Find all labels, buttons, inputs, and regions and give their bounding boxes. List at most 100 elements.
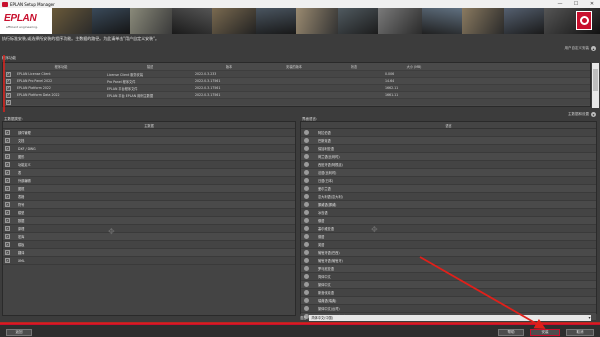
language-radio[interactable] bbox=[304, 186, 309, 191]
item-checkbox[interactable]: ✓ bbox=[5, 130, 10, 135]
language-radio[interactable] bbox=[304, 282, 309, 287]
table-row[interactable]: ✓ bbox=[3, 98, 590, 105]
minimize-button[interactable]: — bbox=[552, 0, 568, 8]
master-data-item[interactable]: ✓ 外部编辑 bbox=[3, 177, 295, 185]
language-item[interactable]: 瑞典语(瑞典) bbox=[301, 297, 596, 305]
item-checkbox[interactable]: ✓ bbox=[5, 250, 10, 255]
language-item[interactable]: 罗马尼亚语 bbox=[301, 265, 596, 273]
language-item[interactable]: 俄语 bbox=[301, 217, 596, 225]
master-data-item[interactable]: ✓ 部件管理 bbox=[3, 129, 295, 137]
master-data-item[interactable]: ✓ 模型 bbox=[3, 209, 295, 217]
master-data-item[interactable]: ✓ XML bbox=[3, 257, 295, 265]
language-dropdown[interactable]: 简体中文(中国) ▾ bbox=[309, 314, 592, 321]
language-item[interactable]: 阿拉伯语 bbox=[301, 129, 596, 137]
language-item[interactable]: 斯洛伐克语 bbox=[301, 289, 596, 297]
item-checkbox[interactable]: ✓ bbox=[5, 218, 10, 223]
masterdata-toggle[interactable]: 主数据和设置 ▾ bbox=[568, 112, 596, 117]
language-item[interactable]: 冰岛语 bbox=[301, 209, 596, 217]
language-radio[interactable] bbox=[304, 178, 309, 183]
language-radio[interactable] bbox=[304, 234, 309, 239]
table-row[interactable]: ✓ EPLAN Platform Data 2022 EPLAN 平台 EPLAN … bbox=[3, 91, 590, 98]
master-data-item[interactable]: ✓ 符号 bbox=[3, 201, 295, 209]
master-data-item[interactable]: ✓ 宏库 bbox=[3, 233, 295, 241]
back-button[interactable]: 返回 bbox=[6, 329, 32, 336]
language-item[interactable]: 塞尔维亚语 bbox=[301, 225, 596, 233]
item-checkbox[interactable]: ✓ bbox=[5, 258, 10, 263]
language-radio[interactable] bbox=[304, 242, 309, 247]
row-checkbox[interactable]: ✓ bbox=[6, 85, 11, 91]
master-data-item[interactable]: ✓ 功能定义 bbox=[3, 161, 295, 169]
item-checkbox[interactable]: ✓ bbox=[5, 226, 10, 231]
master-data-item[interactable]: ✓ 原理 bbox=[3, 225, 295, 233]
master-data-item[interactable]: ✓ 翻译 bbox=[3, 249, 295, 257]
item-checkbox[interactable]: ✓ bbox=[5, 194, 10, 199]
close-button[interactable]: ✕ bbox=[584, 0, 600, 8]
language-item[interactable]: 荷兰语(比利时) bbox=[301, 153, 596, 161]
cancel-button[interactable]: 取消 bbox=[566, 329, 594, 336]
row-checkbox[interactable]: ✓ bbox=[6, 99, 11, 105]
item-checkbox[interactable]: ✓ bbox=[5, 146, 10, 151]
language-radio[interactable] bbox=[304, 130, 309, 135]
item-checkbox[interactable]: ✓ bbox=[5, 210, 10, 215]
language-item[interactable]: 爱尔兰语 bbox=[301, 185, 596, 193]
language-radio[interactable] bbox=[304, 202, 309, 207]
language-item[interactable]: 挪威语(挪威) bbox=[301, 201, 596, 209]
language-item[interactable]: 德语 bbox=[301, 233, 596, 241]
row-checkbox[interactable]: ✓ bbox=[6, 78, 11, 84]
language-radio[interactable] bbox=[304, 170, 309, 175]
maximize-button[interactable]: ☐ bbox=[568, 0, 584, 8]
master-data-item[interactable]: ✓ DXF / DWG bbox=[3, 145, 295, 153]
master-data-item[interactable]: ✓ 文档 bbox=[3, 137, 295, 145]
expand-icon[interactable]: ▾ bbox=[591, 112, 596, 117]
item-checkbox[interactable]: ✓ bbox=[5, 162, 10, 167]
table-row[interactable]: ✓ EPLAN Pro Panel 2022 Pro Panel 程序文件 2022.… bbox=[3, 77, 590, 84]
master-data-item[interactable]: ✓ 图形 bbox=[3, 153, 295, 161]
help-button[interactable]: 帮助 bbox=[498, 329, 524, 336]
language-radio[interactable] bbox=[304, 138, 309, 143]
item-checkbox[interactable]: ✓ bbox=[5, 138, 10, 143]
language-radio[interactable] bbox=[304, 266, 309, 271]
item-checkbox[interactable]: ✓ bbox=[5, 234, 10, 239]
language-item[interactable]: 繁体中文(台湾) bbox=[301, 305, 596, 313]
language-item[interactable]: 葡萄牙语(巴西) bbox=[301, 249, 596, 257]
master-data-item[interactable]: ✓ 模板 bbox=[3, 241, 295, 249]
master-data-item[interactable]: ✓ 数据 bbox=[3, 217, 295, 225]
language-radio[interactable] bbox=[304, 298, 309, 303]
expand-icon[interactable]: ▴ bbox=[591, 46, 596, 51]
item-checkbox[interactable]: ✓ bbox=[5, 154, 10, 159]
language-item[interactable]: 法语(比利时) bbox=[301, 169, 596, 177]
item-checkbox[interactable]: ✓ bbox=[5, 170, 10, 175]
item-checkbox[interactable]: ✓ bbox=[5, 178, 10, 183]
language-radio[interactable] bbox=[304, 250, 309, 255]
language-item[interactable]: 葡萄牙语(葡萄牙) bbox=[301, 257, 596, 265]
language-item[interactable]: 保加利亚语 bbox=[301, 145, 596, 153]
language-radio[interactable] bbox=[304, 210, 309, 215]
language-item[interactable]: 日语(日本) bbox=[301, 177, 596, 185]
item-checkbox[interactable]: ✓ bbox=[5, 242, 10, 247]
table-scrollbar[interactable] bbox=[592, 63, 599, 108]
install-button[interactable]: 安装 bbox=[530, 329, 560, 336]
language-item[interactable]: 简体中文 bbox=[301, 273, 596, 281]
language-radio[interactable] bbox=[304, 162, 309, 167]
language-radio[interactable] bbox=[304, 218, 309, 223]
language-radio[interactable] bbox=[304, 194, 309, 199]
language-radio[interactable] bbox=[304, 306, 309, 311]
language-radio[interactable] bbox=[304, 258, 309, 263]
row-checkbox[interactable]: ✓ bbox=[6, 92, 11, 98]
item-checkbox[interactable]: ✓ bbox=[5, 186, 10, 191]
language-radio[interactable] bbox=[304, 274, 309, 279]
master-data-item[interactable]: ✓ 图框 bbox=[3, 185, 295, 193]
language-item[interactable]: 意大利语(意大利) bbox=[301, 193, 596, 201]
language-item[interactable]: 巴斯克语 bbox=[301, 137, 596, 145]
language-item[interactable]: 英语 bbox=[301, 241, 596, 249]
master-data-item[interactable]: ✓ 表格 bbox=[3, 193, 295, 201]
table-row[interactable]: ✓ EPLAN Platform 2022 EPLAN 平台程序文件 2022.0.3… bbox=[3, 84, 590, 91]
language-radio[interactable] bbox=[304, 226, 309, 231]
row-checkbox[interactable]: ✓ bbox=[6, 71, 11, 77]
table-row[interactable]: ✓ EPLAN License Client License Client 服务安装… bbox=[3, 70, 590, 77]
item-checkbox[interactable]: ✓ bbox=[5, 202, 10, 207]
language-radio[interactable] bbox=[304, 146, 309, 151]
master-data-item[interactable]: ✓ 表 bbox=[3, 169, 295, 177]
language-item[interactable]: 繁体中文 bbox=[301, 281, 596, 289]
custom-install-toggle[interactable]: 用户自定义安装 ▴ bbox=[565, 46, 596, 51]
